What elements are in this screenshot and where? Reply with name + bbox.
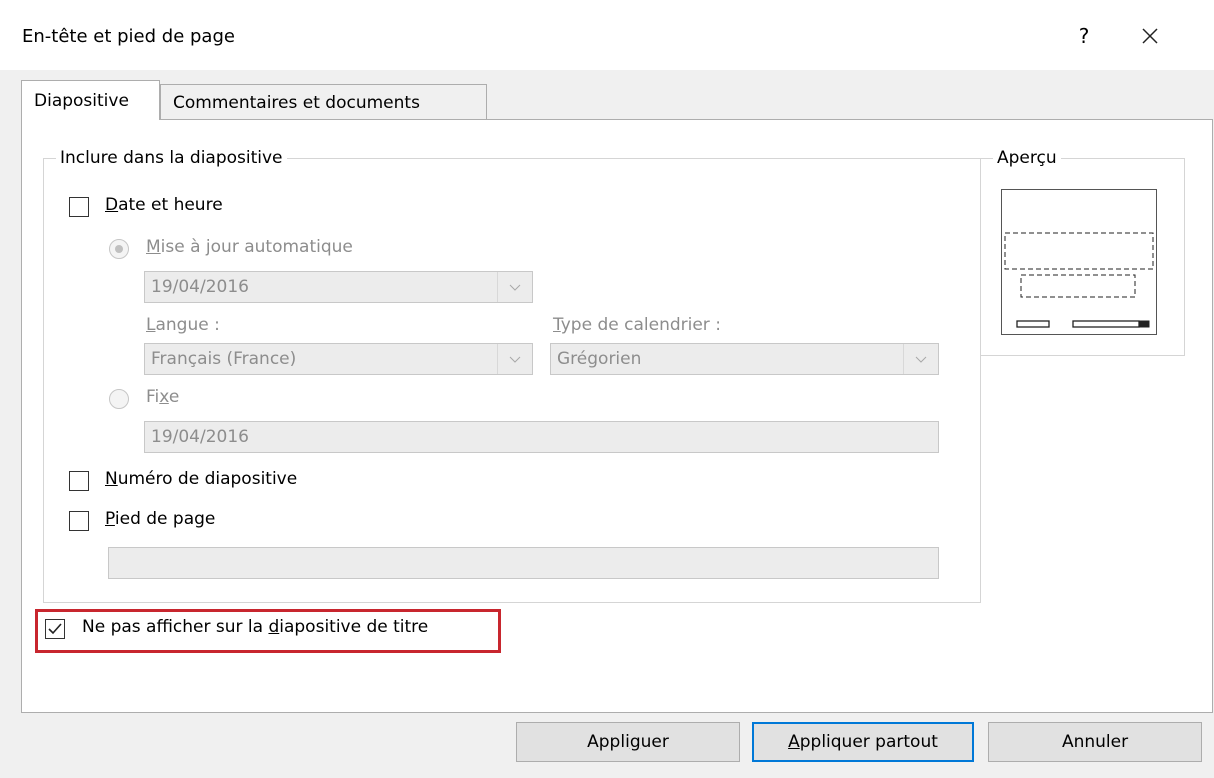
include-group-legend: Inclure dans la diapositive [60,148,283,168]
date-time-label[interactable]: Date et heure [105,195,223,215]
auto-update-radio[interactable] [109,239,129,259]
help-icon: ? [1078,24,1090,48]
footer-label[interactable]: Pied de page [105,509,215,529]
preview-legend: Aperçu [997,148,1057,168]
auto-update-label[interactable]: Mise à jour automatique [146,237,353,257]
chevron-down-icon [497,344,532,374]
chevron-down-icon [903,344,938,374]
slide-number-checkbox[interactable] [69,471,89,491]
tab-panel: Inclure dans la diapositive Date et heur… [21,119,1213,713]
calendar-type-select[interactable]: Grégorien [550,343,939,375]
preview-number-placeholder [1138,320,1150,328]
apply-all-button[interactable]: Appliquer partout [752,722,974,762]
slide-preview-thumbnail [1001,189,1157,335]
slide-number-label[interactable]: Numéro de diapositive [105,469,297,489]
auto-date-select[interactable]: 19/04/2016 [144,271,533,303]
calendar-type-value: Grégorien [557,349,642,369]
include-group: Inclure dans la diapositive [43,148,981,603]
checkmark-icon [48,623,62,635]
radio-selected-dot [115,245,123,253]
fixed-radio[interactable] [109,389,129,409]
fixed-date-input[interactable]: 19/04/2016 [144,421,939,453]
auto-date-value: 19/04/2016 [151,277,249,297]
header-footer-dialog: En-tête et pied de page ? Diapositive Co… [0,0,1214,778]
dont-show-title-label[interactable]: Ne pas afficher sur la diapositive de ti… [82,617,428,637]
calendar-type-label: Type de calendrier : [553,315,721,335]
date-time-checkbox[interactable] [69,197,89,217]
footer-text-input[interactable] [108,547,939,579]
help-button[interactable]: ? [1064,18,1104,54]
fixed-label[interactable]: Fixe [146,387,179,407]
language-value: Français (France) [151,349,297,369]
title-bar: En-tête et pied de page ? [0,0,1214,70]
dont-show-title-checkbox[interactable] [45,619,65,639]
language-label: Langue : [146,315,220,335]
tab-diapositive[interactable]: Diapositive [21,80,160,120]
chevron-down-icon [497,272,532,302]
tab-commentaires-documents[interactable]: Commentaires et documents [160,84,487,120]
close-icon [1142,28,1158,44]
dialog-title: En-tête et pied de page [22,26,235,47]
close-button[interactable] [1128,18,1172,54]
footer-checkbox[interactable] [69,511,89,531]
language-select[interactable]: Français (France) [144,343,533,375]
cancel-button[interactable]: Annuler [988,722,1202,762]
apply-button[interactable]: Appli g uer [516,722,740,762]
